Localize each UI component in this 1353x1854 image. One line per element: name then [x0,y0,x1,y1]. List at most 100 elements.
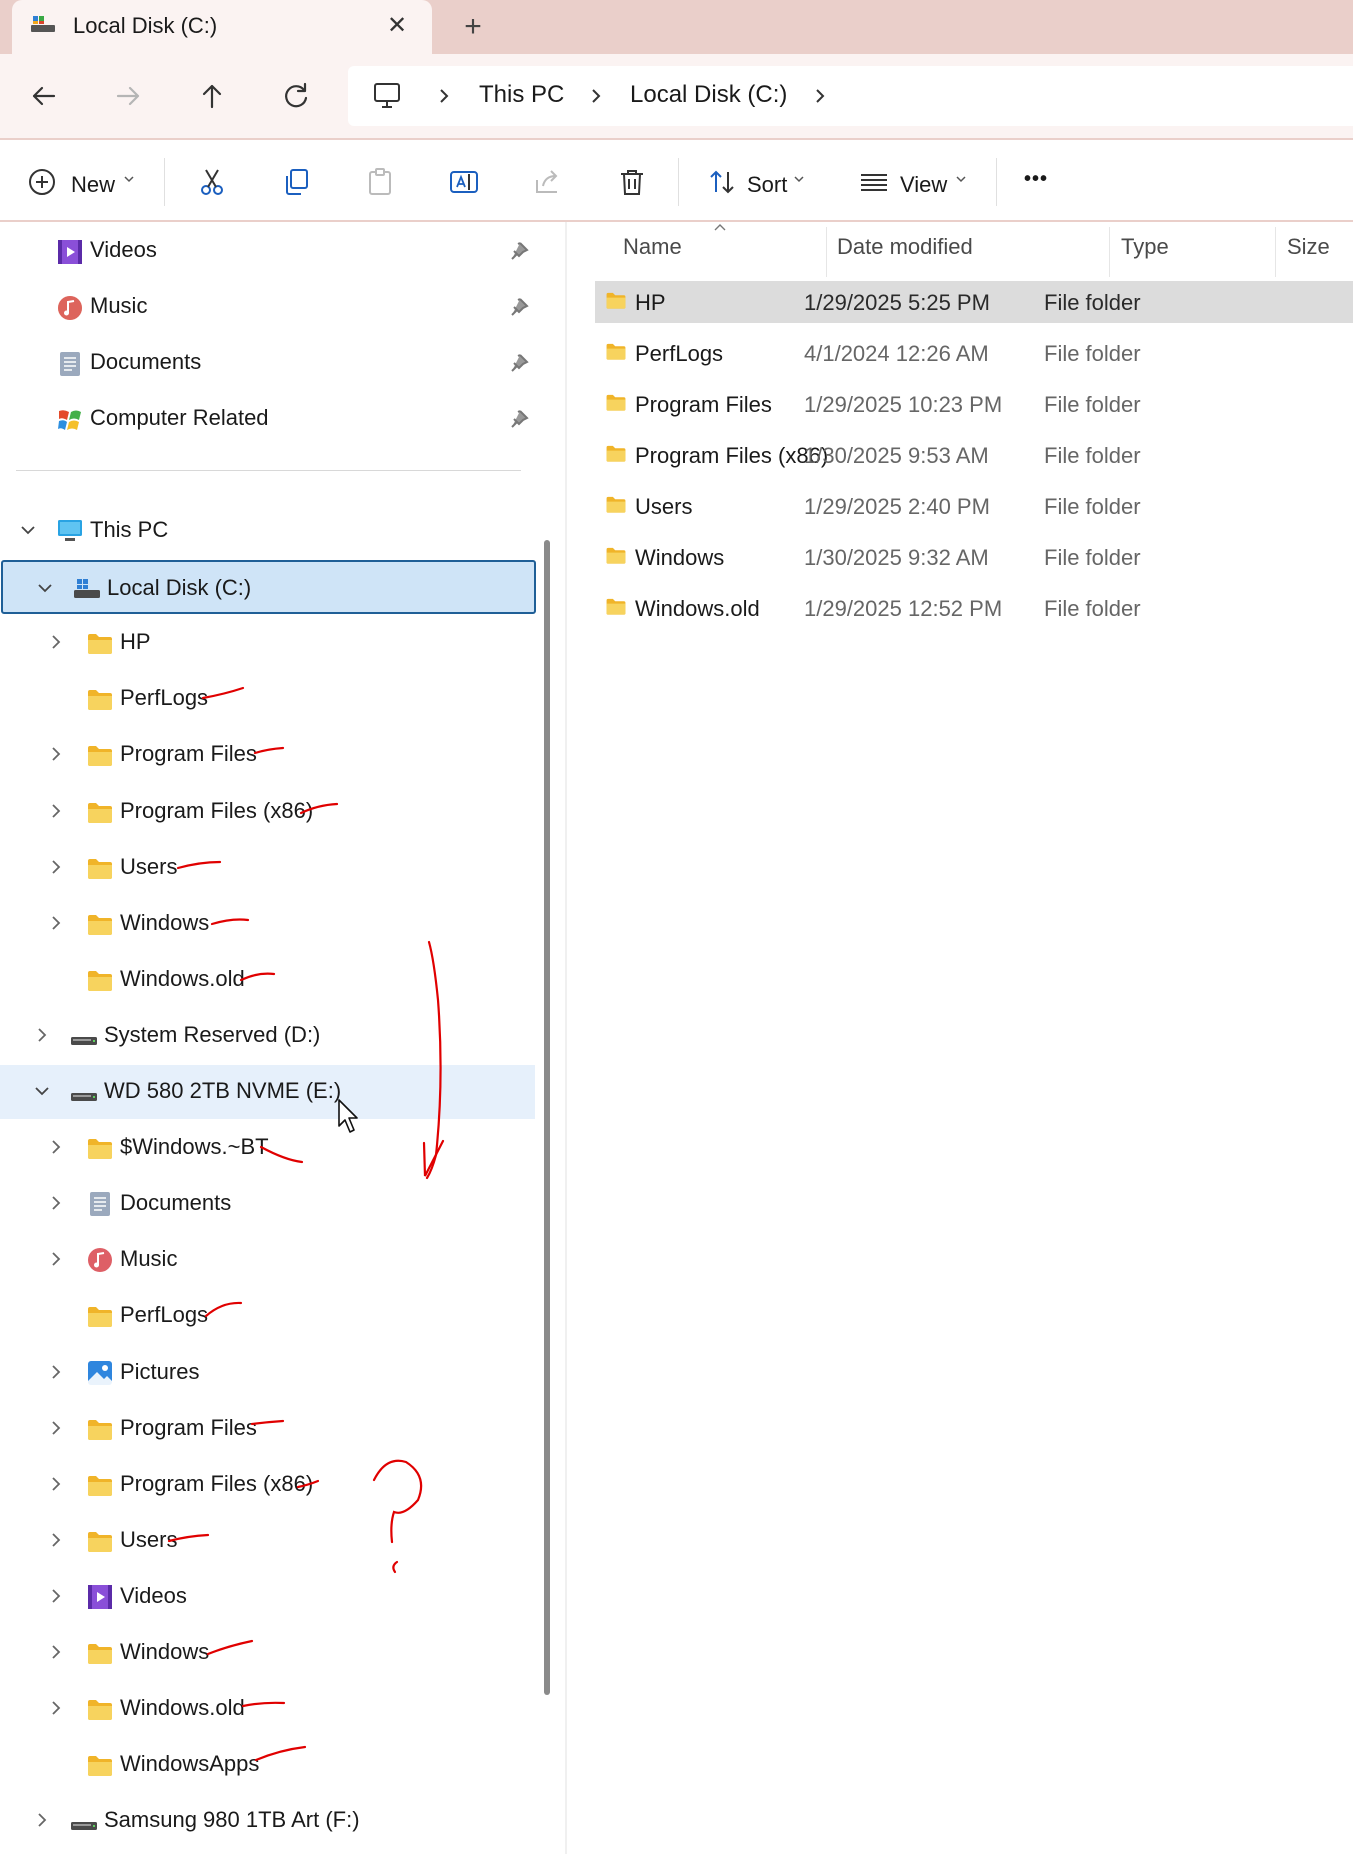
navigation-pane-scrollbar[interactable] [544,540,550,1695]
chevron-right-icon[interactable] [32,1810,52,1830]
chevron-right-icon[interactable] [46,1362,66,1382]
tree-item-windows-old[interactable]: Windows.old [0,953,535,1007]
pc-icon [374,83,400,108]
close-tab-icon[interactable]: ✕ [382,11,412,40]
file-row[interactable]: Windows 1/30/2025 9:32 AM File folder [595,536,1353,578]
pin-icon[interactable] [508,240,530,262]
column-divider[interactable] [826,227,827,277]
column-header-size[interactable]: Size [1287,234,1330,260]
chevron-right-icon[interactable] [46,913,66,933]
tree-item-hp[interactable]: HP [0,616,535,670]
chevron-right-icon[interactable] [434,84,454,108]
rename-button[interactable] [446,160,482,204]
more-options-button[interactable]: ••• [1024,160,1068,204]
tree-item-program-files-x86[interactable]: Program Files (x86) [0,785,535,839]
chevron-right-icon[interactable] [810,84,830,108]
chevron-right-icon[interactable] [46,1249,66,1269]
tree-item-users[interactable]: Users [0,841,535,895]
chevron-right-icon[interactable] [32,1025,52,1045]
folder-icon [88,914,112,935]
chevron-right-icon[interactable] [46,1418,66,1438]
tree-item-music[interactable]: Music [0,1233,535,1287]
file-row[interactable]: Users 1/29/2025 2:40 PM File folder [595,485,1353,527]
tree-item-program-files[interactable]: Program Files [0,728,535,782]
tree-item-program-files[interactable]: Program Files [0,1402,535,1456]
tree-item-users[interactable]: Users [0,1514,535,1568]
view-button[interactable]: View [856,160,976,204]
cut-button[interactable] [194,160,230,204]
chevron-right-icon[interactable] [586,84,606,108]
breadcrumb-local-disk[interactable]: Local Disk (C:) [630,81,787,109]
sort-button[interactable]: Sort [704,160,814,204]
pin-icon[interactable] [508,296,530,318]
tab-local-disk[interactable]: Local Disk (C:) ✕ [12,0,432,54]
chevron-right-icon[interactable] [46,1474,66,1494]
folder-icon [606,496,626,513]
column-divider[interactable] [1109,227,1110,277]
file-row[interactable]: HP 1/29/2025 5:25 PM File folder [595,281,1353,323]
paste-button[interactable] [362,160,398,204]
tree-item-windowsapps[interactable]: WindowsApps [0,1738,535,1792]
pin-icon[interactable] [508,408,530,430]
back-button[interactable] [24,76,64,116]
tree-item-perflogs[interactable]: PerfLogs [0,1289,535,1343]
chevron-right-icon[interactable] [46,744,66,764]
tree-item-perflogs[interactable]: PerfLogs [0,672,535,726]
tree-item-pictures[interactable]: Pictures [0,1346,535,1400]
tree-item-windows[interactable]: Windows [0,1626,535,1680]
chevron-right-icon[interactable] [46,1530,66,1550]
chevron-right-icon[interactable] [46,1586,66,1606]
tree-item-samsung-980-1tb-art-f[interactable]: Samsung 980 1TB Art (F:) [0,1794,535,1848]
refresh-button[interactable] [276,76,316,116]
tree-item-videos[interactable]: Videos [0,1570,535,1624]
column-divider[interactable] [1275,227,1276,277]
chevron-down-icon[interactable] [32,1081,52,1101]
address-bar[interactable]: This PC Local Disk (C:) [348,66,1353,126]
tree-item-wd-580-2tb-nvme-e[interactable]: WD 580 2TB NVME (E:) [0,1065,535,1119]
new-button[interactable]: New [24,160,144,204]
new-tab-button[interactable]: + [458,10,488,44]
column-header-name[interactable]: Name [623,234,682,260]
tree-item-program-files-x86[interactable]: Program Files (x86) [0,1458,535,1512]
delete-button[interactable] [614,160,650,204]
quick-access-item[interactable]: Documents [0,336,540,388]
new-label: New [71,172,116,197]
breadcrumb-this-pc[interactable]: This PC [479,81,564,109]
tree-item-system-reserved-d[interactable]: System Reserved (D:) [0,1009,535,1063]
tree-item-windows-old[interactable]: Windows.old [0,1682,535,1736]
column-header-date[interactable]: Date modified [837,234,973,260]
share-button[interactable] [530,160,566,204]
tree-item-local-disk-c[interactable]: Local Disk (C:) [1,560,536,615]
tree-item-this-pc[interactable]: This PC [0,504,535,558]
forward-button[interactable] [108,76,148,116]
chevron-down-icon[interactable] [35,578,55,598]
tree-item-windows-bt[interactable]: $Windows.~BT [0,1121,535,1175]
chevron-right-icon[interactable] [46,801,66,821]
file-row[interactable]: Program Files 1/29/2025 10:23 PM File fold… [595,383,1353,425]
quick-access-item[interactable]: Music [0,280,540,332]
chevron-right-icon[interactable] [46,1698,66,1718]
file-row[interactable]: Program Files (x86) 1/30/2025 9:53 AM File… [595,434,1353,476]
chevron-right-icon[interactable] [46,1193,66,1213]
quick-access-item[interactable]: Videos [0,224,540,276]
chevron-right-icon[interactable] [46,1137,66,1157]
column-header-type[interactable]: Type [1121,234,1169,260]
file-row[interactable]: PerfLogs 4/1/2024 12:26 AM File folder [595,332,1353,374]
file-row[interactable]: Windows.old 1/29/2025 12:52 PM File folder [595,587,1353,629]
chevron-right-icon[interactable] [46,1642,66,1662]
tree-item-documents[interactable]: Documents [0,1177,535,1231]
quick-access-item[interactable]: Computer Related [0,392,540,444]
copy-button[interactable] [278,160,314,204]
file-date-modified: 1/30/2025 9:32 AM [804,545,989,570]
chevron-right-icon[interactable] [46,857,66,877]
pin-icon[interactable] [508,352,530,374]
drive-icon [71,1822,97,1831]
tree-item-windows[interactable]: Windows [0,897,535,951]
file-date-modified: 1/29/2025 12:52 PM [804,596,1003,621]
sort-icon [710,170,734,194]
copy-icon [286,169,308,195]
chevron-down-icon[interactable] [18,520,38,540]
chevron-right-icon[interactable] [46,632,66,652]
up-button[interactable] [192,76,232,116]
scissors-icon [201,169,223,195]
